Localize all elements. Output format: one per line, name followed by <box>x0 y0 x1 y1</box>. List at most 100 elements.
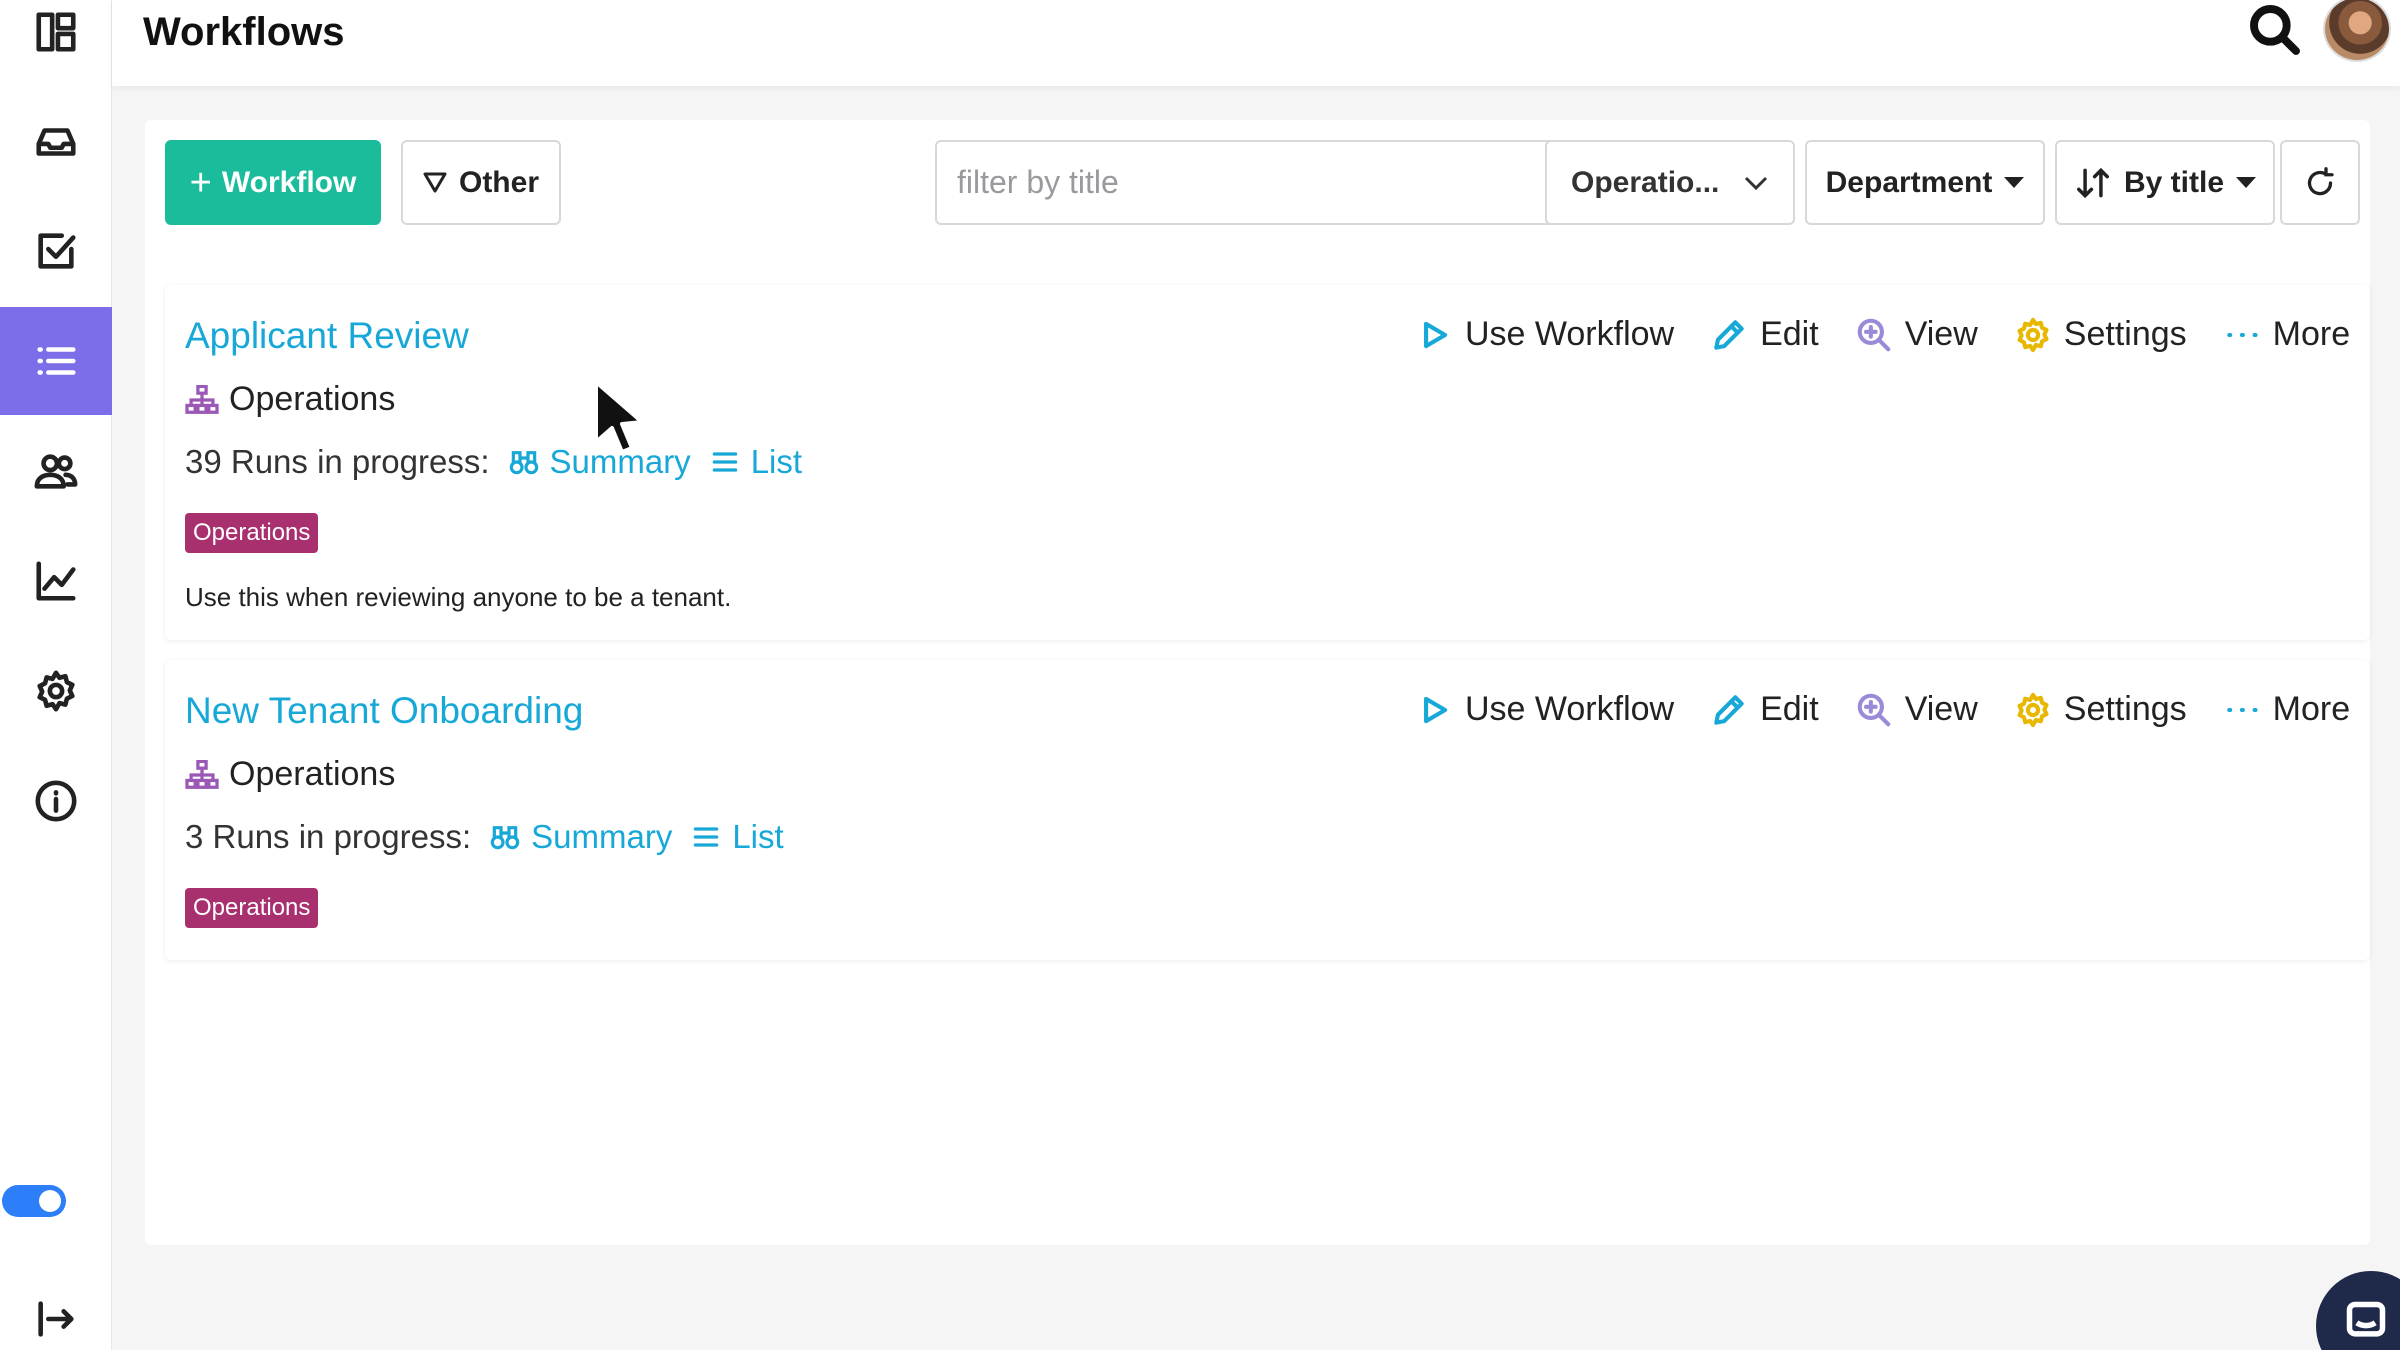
edit-button[interactable]: Edit <box>1710 690 1819 729</box>
sidebar-collapse-button[interactable] <box>0 1264 112 1350</box>
refresh-icon <box>2307 166 2334 195</box>
task-check-icon <box>38 233 76 269</box>
gear-icon <box>2017 692 2049 727</box>
search-icon <box>2250 5 2300 55</box>
sidebar-item-tasks[interactable] <box>0 197 112 305</box>
org-chart-icon <box>185 384 219 414</box>
department-tag[interactable]: Operations <box>185 513 319 553</box>
sidebar <box>0 0 112 1350</box>
summary-link[interactable]: Summary <box>489 818 672 856</box>
ellipsis-icon <box>2226 707 2258 712</box>
settings-button[interactable]: Settings <box>2014 690 2187 729</box>
workflow-card: Applicant Review Use Workflow Edit View … <box>165 285 2370 640</box>
mouse-cursor-icon <box>594 380 644 454</box>
sidebar-item-inbox[interactable] <box>0 88 112 196</box>
plus-icon: + <box>189 161 212 204</box>
refresh-button[interactable] <box>2280 140 2360 225</box>
sidebar-item-reports[interactable] <box>0 527 112 635</box>
toggle-knob <box>39 1190 61 1212</box>
view-button[interactable]: View <box>1855 315 1978 354</box>
binoculars-icon <box>509 451 538 475</box>
chat-widget-button[interactable] <box>2316 1271 2400 1350</box>
sidebar-item-dashboard[interactable] <box>0 0 112 86</box>
theme-toggle[interactable] <box>2 1185 66 1217</box>
pencil-icon <box>1714 319 1744 350</box>
users-icon <box>34 454 78 489</box>
caret-down-icon <box>2004 177 2025 188</box>
org-chart-icon <box>185 759 219 789</box>
list-icon <box>37 347 76 375</box>
workflow-title-link[interactable]: Applicant Review <box>185 315 469 357</box>
add-workflow-button[interactable]: + Workflow <box>165 140 381 225</box>
runs-count: 3 Runs in progress: <box>185 818 472 855</box>
department-line: Operations <box>185 380 395 419</box>
avatar[interactable] <box>2323 0 2391 62</box>
chat-icon <box>2346 1301 2386 1337</box>
runs-line: 39 Runs in progress: Summary List <box>185 443 802 481</box>
department-label: Department <box>1825 165 1993 199</box>
other-filter-label: Other <box>458 165 539 199</box>
department-dropdown[interactable]: Department <box>1805 140 2045 225</box>
more-button[interactable]: More <box>2223 315 2350 354</box>
gear-icon <box>37 670 75 712</box>
use-workflow-button[interactable]: Use Workflow <box>1415 690 1674 729</box>
workflow-actions: Use Workflow Edit View Settings More <box>1415 690 2350 729</box>
workflow-card: New Tenant Onboarding Use Workflow Edit … <box>165 660 2370 960</box>
runs-line: 3 Runs in progress: Summary List <box>185 818 784 856</box>
list-lines-icon <box>712 452 737 472</box>
department-name: Operations <box>229 755 396 793</box>
zoom-in-icon <box>1857 318 1890 351</box>
edit-label: Edit <box>1760 315 1819 353</box>
department-name: Operations <box>229 380 396 418</box>
top-header: Workflows <box>112 0 2400 86</box>
settings-button[interactable]: Settings <box>2014 315 2187 354</box>
toolbar: + Workflow Other Operatio... Department … <box>145 120 2370 245</box>
more-button[interactable]: More <box>2223 690 2350 729</box>
chart-line-icon <box>36 561 76 601</box>
dashboard-icon <box>36 12 76 52</box>
inbox-icon <box>36 128 76 156</box>
sort-label: By title <box>2123 165 2225 199</box>
department-line: Operations <box>185 755 395 794</box>
add-workflow-label: Workflow <box>221 165 357 199</box>
gear-icon <box>2017 317 2049 352</box>
edit-label: Edit <box>1760 690 1819 728</box>
department-tag[interactable]: Operations <box>185 888 319 928</box>
use-workflow-label: Use Workflow <box>1465 315 1675 353</box>
sidebar-item-settings[interactable] <box>0 637 112 745</box>
collapse-arrow-icon <box>38 1301 74 1337</box>
list-link[interactable]: List <box>709 443 802 481</box>
operations-select-value: Operatio... <box>1571 165 1720 199</box>
view-label: View <box>1904 690 1978 728</box>
sort-dropdown[interactable]: By title <box>2055 140 2275 225</box>
other-filter-button[interactable]: Other <box>401 140 561 225</box>
workflow-actions: Use Workflow Edit View Settings More <box>1415 315 2350 354</box>
use-workflow-label: Use Workflow <box>1465 690 1675 728</box>
binoculars-icon <box>490 826 520 850</box>
runs-count: 39 Runs in progress: <box>185 443 490 480</box>
sidebar-item-users[interactable] <box>0 417 112 525</box>
filter-funnel-icon <box>423 172 447 192</box>
use-workflow-button[interactable]: Use Workflow <box>1415 315 1674 354</box>
pencil-icon <box>1714 694 1744 725</box>
summary-label: Summary <box>531 818 673 855</box>
settings-label: Settings <box>2063 315 2187 353</box>
more-label: More <box>2272 315 2351 353</box>
search-button[interactable] <box>2247 2 2307 62</box>
list-label: List <box>732 818 784 855</box>
settings-label: Settings <box>2063 690 2187 728</box>
info-icon <box>35 780 77 822</box>
operations-select[interactable]: Operatio... <box>1545 140 1795 225</box>
view-button[interactable]: View <box>1855 690 1978 729</box>
sort-arrows-icon <box>2076 167 2109 198</box>
list-lines-icon <box>694 827 719 847</box>
zoom-in-icon <box>1857 693 1890 726</box>
edit-button[interactable]: Edit <box>1710 315 1819 354</box>
more-label: More <box>2272 690 2351 728</box>
list-label: List <box>750 443 803 480</box>
workflow-title-link[interactable]: New Tenant Onboarding <box>185 690 583 732</box>
caret-down-icon <box>2236 177 2257 188</box>
list-link[interactable]: List <box>690 818 784 856</box>
sidebar-item-info[interactable] <box>0 747 112 855</box>
sidebar-item-workflows[interactable] <box>0 307 112 415</box>
